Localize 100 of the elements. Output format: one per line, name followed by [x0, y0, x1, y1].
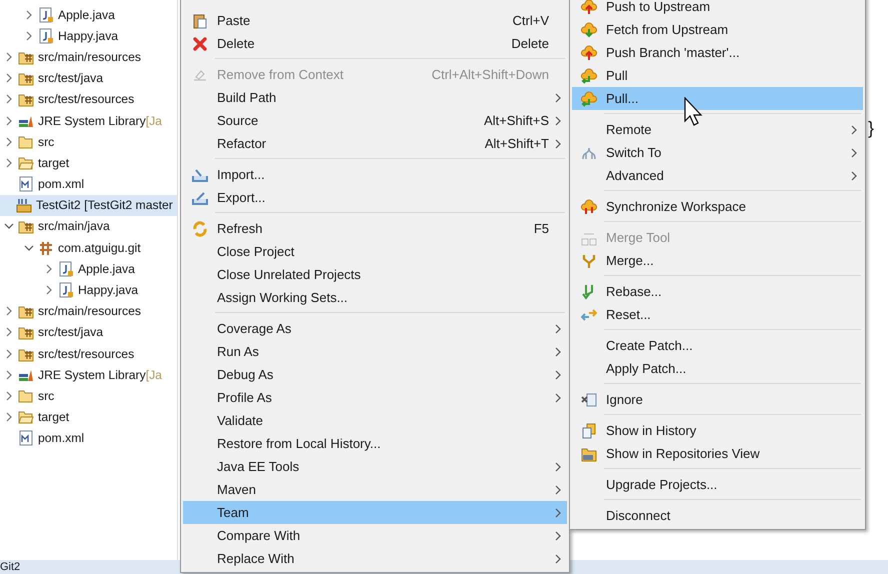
menu-item[interactable]: Close Unrelated Projects — [183, 263, 567, 286]
tree-item[interactable]: TestGit2 [TestGit2 master — [0, 194, 177, 216]
menu-item[interactable]: Create Patch... — [572, 334, 863, 357]
chevron-right-icon — [6, 136, 12, 147]
code-text: } — [868, 118, 874, 139]
menu-item[interactable]: Team — [183, 501, 567, 524]
tree-item[interactable]: src/test/java — [0, 68, 177, 89]
tree-item[interactable]: target — [0, 406, 177, 428]
tree-item[interactable]: com.atguigu.git — [0, 237, 177, 258]
chevron-down-icon — [4, 223, 14, 230]
tree-item[interactable]: src — [0, 131, 177, 152]
menu-item[interactable]: Disconnect — [572, 504, 863, 527]
chevron-right-icon — [26, 10, 32, 20]
menu-item[interactable]: Refresh F5 — [183, 217, 567, 240]
chevron-right-icon — [46, 264, 52, 274]
tree-item[interactable]: JRE System Library[Ja — [0, 364, 177, 386]
tree-item[interactable]: Apple.java — [0, 4, 177, 26]
cloud-icon — [581, 44, 597, 60]
project-icon — [16, 197, 32, 214]
chevron-right-icon — [555, 92, 561, 102]
refresh-icon — [192, 220, 208, 236]
tree-item[interactable]: Apple.java — [0, 258, 177, 280]
menu-item[interactable]: Import... — [183, 163, 567, 186]
menu-item[interactable]: Build Path — [183, 86, 567, 109]
tree-item[interactable]: pom.xml — [0, 428, 177, 449]
menu-item[interactable]: Export... — [183, 186, 567, 209]
tree-item[interactable]: src/test/java — [0, 322, 177, 343]
folder-icon — [18, 409, 34, 426]
chevron-right-icon — [851, 170, 857, 180]
chevron-right-icon — [6, 390, 12, 401]
menu-item[interactable]: Pull... — [572, 87, 863, 110]
chevron-right-icon — [6, 52, 12, 62]
menu-item[interactable]: Source Alt+Shift+S — [183, 109, 567, 132]
menu-item[interactable]: Advanced — [572, 164, 863, 187]
chevron-right-icon — [555, 530, 561, 540]
chevron-right-icon — [46, 285, 52, 296]
xml-file-icon — [18, 176, 34, 192]
menu-item[interactable]: Compare With — [183, 524, 567, 547]
tree-item[interactable]: src/main/java — [0, 216, 177, 238]
cloud-icon — [581, 0, 597, 14]
menu-item[interactable]: Validate — [183, 409, 567, 432]
tree-item[interactable]: src — [0, 385, 177, 407]
chevron-right-icon — [6, 348, 12, 359]
tree-item[interactable]: JRE System Library[Ja — [0, 110, 177, 132]
chevron-right-icon — [6, 73, 12, 84]
menu-item[interactable]: Push Branch 'master'... — [572, 41, 863, 64]
chevron-right-icon — [6, 94, 12, 104]
tree-item[interactable]: pom.xml — [0, 174, 177, 195]
menu-item[interactable]: Upgrade Projects... — [572, 473, 863, 496]
cloud-icon — [581, 68, 597, 84]
tray-in-icon — [192, 166, 208, 182]
cloud-icon — [581, 22, 597, 38]
tree-item[interactable]: Happy.java — [0, 279, 177, 301]
menu-item[interactable]: Restore from Local History... — [183, 432, 567, 455]
tree-item[interactable]: src/main/resources — [0, 300, 177, 322]
xml-file-icon — [18, 430, 34, 446]
tree-item[interactable]: Happy.java — [0, 25, 177, 46]
menu-item[interactable]: Apply Patch... — [572, 357, 863, 380]
menu-item[interactable]: Remote — [572, 118, 863, 141]
menu-item[interactable]: Pull — [572, 64, 863, 87]
menu-item[interactable]: Run As — [183, 340, 567, 363]
merge-icon — [581, 252, 597, 268]
menu-item[interactable]: Ignore — [572, 388, 863, 411]
menu-item[interactable]: Show in History — [572, 419, 863, 442]
menu-item[interactable]: Replace With — [183, 547, 567, 570]
menu-item[interactable]: Delete Delete — [183, 32, 567, 55]
menu-item[interactable]: Maven — [183, 478, 567, 501]
menu-item[interactable]: Debug As — [183, 363, 567, 386]
menu-item[interactable]: Synchronize Workspace — [572, 195, 863, 218]
folder-icon — [18, 388, 34, 404]
menu-item[interactable]: Paste Ctrl+V — [183, 9, 567, 32]
menu-item[interactable]: Push to Upstream — [572, 0, 863, 18]
chevron-right-icon — [555, 138, 561, 148]
menu-item[interactable]: Java EE Tools — [183, 455, 567, 478]
ignore-icon — [581, 392, 597, 408]
menu-item[interactable]: Fetch from Upstream — [572, 18, 863, 41]
tree-item[interactable]: src/test/resources — [0, 88, 177, 110]
chevron-right-icon — [6, 370, 12, 380]
java-file-icon — [38, 6, 54, 23]
java-file-icon — [58, 282, 74, 298]
menu-item[interactable]: Switch To — [572, 141, 863, 164]
menu-item[interactable]: Merge... — [572, 249, 863, 272]
documents-icon — [581, 422, 597, 438]
menu-item[interactable]: Close Project — [183, 240, 567, 263]
tree-item[interactable]: src/test/resources — [0, 343, 177, 364]
menu-item[interactable]: Refactor Alt+Shift+T — [183, 132, 567, 155]
menu-item[interactable]: Coverage As — [183, 317, 567, 340]
chevron-right-icon — [555, 324, 561, 334]
cloud-icon — [581, 198, 597, 214]
java-file-icon — [58, 260, 74, 277]
chevron-right-icon — [555, 370, 561, 380]
menu-item[interactable]: Assign Working Sets... — [183, 286, 567, 309]
menu-item[interactable]: Show in Repositories View — [572, 442, 863, 465]
menu-item[interactable]: Rebase... — [572, 280, 863, 303]
chevron-right-icon — [851, 148, 857, 158]
menu-item[interactable]: Profile As — [183, 386, 567, 409]
tree-item[interactable]: src/main/resources — [0, 46, 177, 68]
menu-item[interactable]: Reset... — [572, 303, 863, 326]
tree-item[interactable]: target — [0, 152, 177, 174]
delete-icon — [192, 36, 208, 52]
